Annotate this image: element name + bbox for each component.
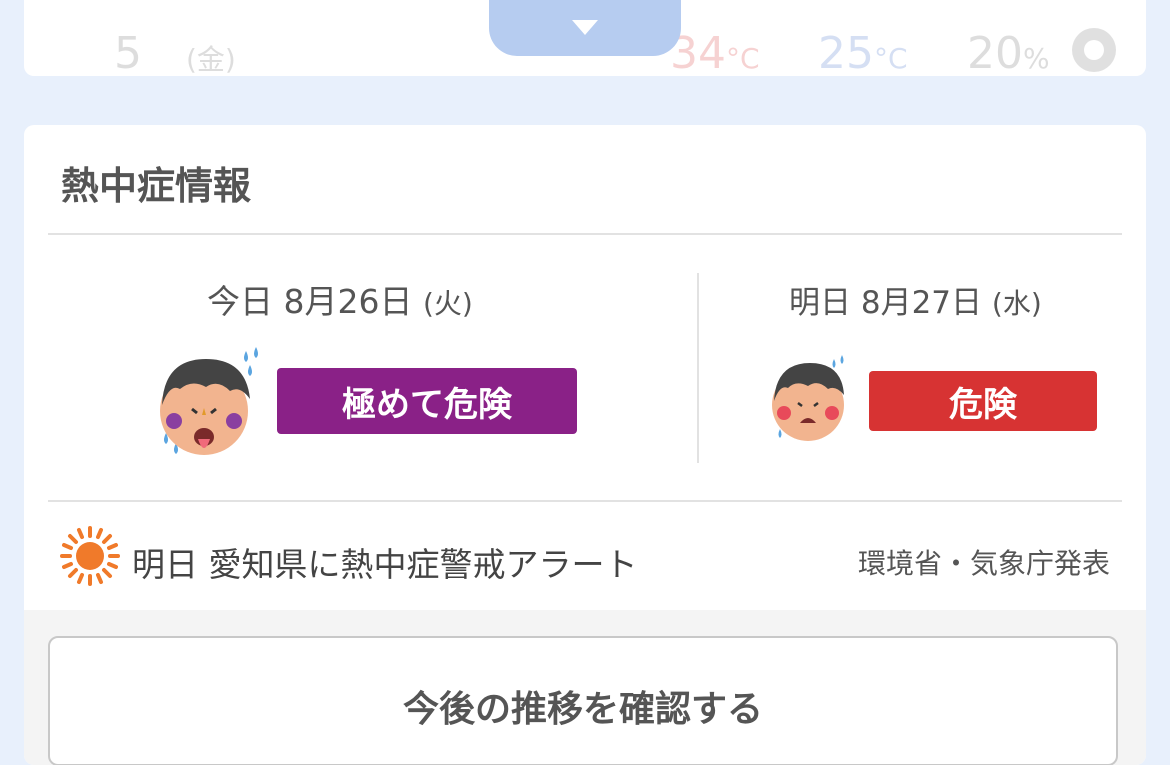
view-trend-button[interactable]: 今後の推移を確認する xyxy=(48,636,1118,765)
exhausted-face-icon xyxy=(160,347,258,455)
forecast-dow: (金) xyxy=(186,43,236,76)
alert-text: 明日 愛知県に熱中症警戒アラート xyxy=(132,545,638,584)
chevron-down-icon xyxy=(572,20,598,35)
card-title: 熱中症情報 xyxy=(61,164,252,208)
forecast-low: 25°C xyxy=(818,28,908,79)
forecast-precip: 20% xyxy=(967,28,1050,79)
divider xyxy=(48,500,1122,502)
expand-button[interactable] xyxy=(489,0,681,56)
alert-source: 環境省・気象庁発表 xyxy=(857,547,1110,580)
forecast-high: 34°C xyxy=(670,28,760,79)
sun-icon xyxy=(60,526,120,586)
tomorrow-date-label: 明日 8月27日 (水) xyxy=(789,285,1042,321)
today-risk-badge: 極めて危険 xyxy=(277,368,577,434)
forecast-date: 5 xyxy=(114,28,142,79)
heatstroke-card: 熱中症情報 今日 8月26日 (火) 極めて危険 明日 8月27日 (水) 危険… xyxy=(24,125,1146,765)
divider xyxy=(48,233,1122,235)
umbrella-icon xyxy=(1072,28,1116,72)
heat-alert-row[interactable]: 明日 愛知県に熱中症警戒アラート 環境省・気象庁発表 xyxy=(24,510,1146,610)
tomorrow-risk-badge: 危険 xyxy=(869,371,1097,431)
today-date-label: 今日 8月26日 (火) xyxy=(207,282,473,321)
column-divider xyxy=(697,273,699,463)
sweating-face-icon xyxy=(772,355,844,441)
footer-area: 今後の推移を確認する xyxy=(24,610,1146,765)
